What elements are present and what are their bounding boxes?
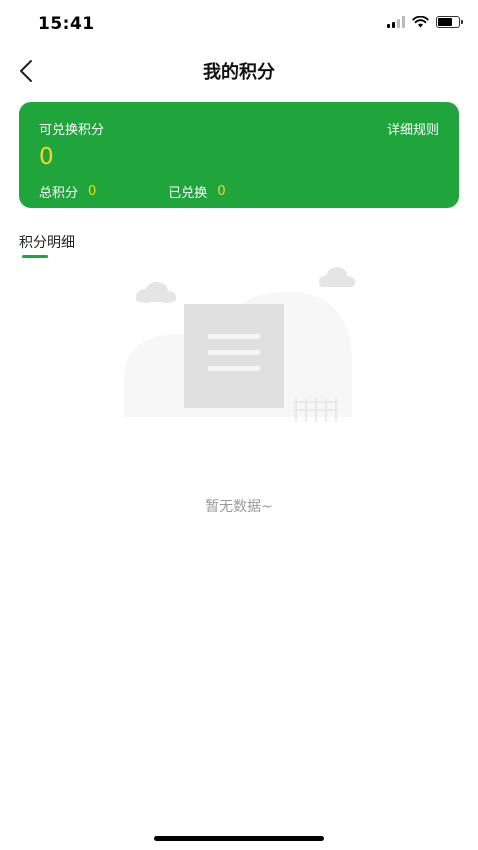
available-points-label: 可兑换积分: [39, 123, 105, 138]
page-title: 我的积分: [203, 62, 275, 83]
total-points: 总积分 0: [39, 182, 96, 201]
empty-state-text: 暂无数据~: [205, 499, 273, 515]
battery-icon: [436, 16, 463, 28]
tab-points-detail[interactable]: 积分明细: [19, 232, 75, 252]
status-bar: 15:41: [0, 0, 478, 44]
status-icons: [387, 16, 463, 28]
tab-underline: [22, 255, 48, 258]
redeemed-points: 已兑换 0: [168, 182, 225, 201]
empty-document-illustration: [124, 267, 355, 422]
total-points-value: 0: [88, 184, 97, 199]
redeemed-points-label: 已兑换: [168, 186, 208, 201]
rules-link[interactable]: 详细规则: [387, 119, 439, 138]
available-points-value: 0: [39, 144, 54, 170]
redeemed-points-value: 0: [217, 184, 226, 199]
signal-icon: [387, 16, 405, 28]
wifi-icon: [412, 16, 429, 28]
points-summary: 总积分 0 已兑换 0: [39, 182, 226, 201]
points-card: 可兑换积分 详细规则 0 总积分 0 已兑换 0: [19, 102, 459, 208]
total-points-label: 总积分: [39, 186, 79, 201]
nav-bar: 我的积分: [0, 50, 478, 90]
home-indicator: [154, 836, 324, 841]
status-time: 15:41: [38, 14, 95, 34]
